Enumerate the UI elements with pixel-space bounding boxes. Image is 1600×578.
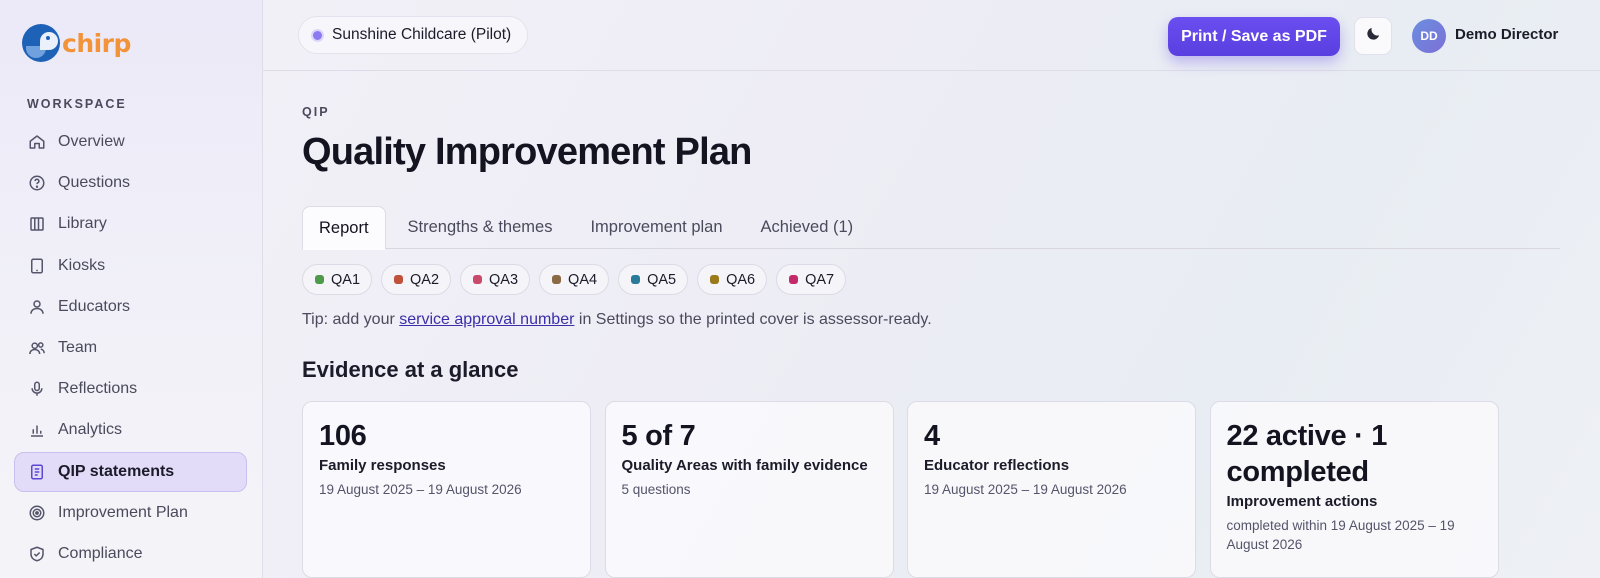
card-improvement-actions: 22 active · 1 completed Improvement acti…: [1209, 401, 1499, 578]
card-label: Improvement actions: [1226, 493, 1378, 510]
qa-chip-qa7[interactable]: QA7: [776, 264, 847, 295]
app-name: chirp: [62, 28, 131, 58]
library-icon: [28, 215, 46, 233]
evidence-cards: 106 Family responses 19 August 2025 – 19…: [302, 401, 1512, 578]
bar-chart-icon: [28, 421, 46, 439]
qa-chip-label: QA7: [805, 271, 835, 288]
tab-achieved[interactable]: Achieved (1): [745, 206, 870, 249]
target-icon: [28, 504, 46, 522]
qa-chip-label: QA2: [410, 271, 440, 288]
sidebar-item-overview[interactable]: Overview: [14, 122, 247, 162]
qa-chip-qa1[interactable]: QA1: [302, 264, 373, 295]
card-value: 4: [924, 420, 940, 452]
sidebar-item-label: Reflections: [58, 380, 138, 398]
card-label: Quality Areas with family evidence: [621, 457, 868, 474]
sidebar-item-reflections[interactable]: Reflections: [14, 369, 247, 409]
card-label: Family responses: [319, 457, 446, 474]
home-icon: [28, 133, 46, 151]
quality-area-filters: QA1 QA2 QA3 QA4 QA5 QA6 QA7: [302, 264, 855, 295]
sidebar-item-library[interactable]: Library: [14, 204, 247, 244]
qa-chip-label: QA4: [568, 271, 598, 288]
sidebar-item-improvement-plan[interactable]: Improvement Plan: [14, 493, 247, 533]
sidebar-item-label: Questions: [58, 174, 131, 192]
qa-chip-qa4[interactable]: QA4: [539, 264, 610, 295]
qa-chip-qa2[interactable]: QA2: [381, 264, 452, 295]
sidebar-item-analytics[interactable]: Analytics: [14, 410, 247, 450]
card-subtext: completed within 19 August 2025 – 19 Aug…: [1226, 518, 1455, 552]
status-dot-icon: [313, 30, 322, 40]
app-logo[interactable]: chirp: [22, 24, 131, 62]
card-value: 106: [319, 420, 367, 452]
qa-color-dot: [315, 275, 324, 284]
card-family-responses: 106 Family responses 19 August 2025 – 19…: [302, 401, 591, 578]
avatar[interactable]: DD: [1412, 19, 1446, 53]
top-bar: Sunshine Childcare (Pilot) Print / Save …: [263, 0, 1600, 71]
tab-strengths-themes[interactable]: Strengths & themes: [392, 206, 569, 249]
card-subtext: 19 August 2025 – 19 August 2026: [319, 482, 522, 497]
sidebar-item-qip-statements[interactable]: QIP statements: [14, 451, 247, 492]
user-icon: [28, 298, 46, 316]
sidebar-item-label: Overview: [58, 133, 125, 150]
qa-color-dot: [473, 275, 483, 284]
theme-toggle-button[interactable]: [1354, 17, 1392, 55]
qa-color-dot: [631, 275, 641, 284]
tablet-icon: [28, 257, 46, 275]
sidebar-item-kiosks[interactable]: Kiosks: [14, 246, 247, 286]
document-icon: [28, 463, 46, 481]
print-save-pdf-button[interactable]: Print / Save as PDF: [1168, 17, 1340, 56]
qa-color-dot: [552, 275, 562, 284]
sidebar-nav: Overview Questions Library Kiosks Educat…: [14, 122, 247, 575]
qa-color-dot: [789, 275, 799, 284]
qa-chip-qa6[interactable]: QA6: [697, 264, 768, 295]
qa-color-dot: [394, 275, 404, 284]
sidebar: chirp WORKSPACE Overview Questions Libra…: [0, 0, 263, 578]
sidebar-item-team[interactable]: Team: [14, 328, 247, 368]
qa-chip-label: QA1: [331, 271, 361, 288]
sidebar-item-label: Educators: [58, 297, 131, 315]
tab-bar: Report Strengths & themes Improvement pl…: [302, 206, 1560, 250]
tab-improvement-plan[interactable]: Improvement plan: [574, 206, 738, 249]
sidebar-item-label: QIP statements: [58, 462, 175, 480]
organization-switcher[interactable]: Sunshine Childcare (Pilot): [298, 16, 529, 54]
qa-chip-qa5[interactable]: QA5: [618, 264, 689, 295]
qa-color-dot: [710, 275, 720, 284]
card-subtext: 19 August 2025 – 19 August 2026: [924, 482, 1127, 497]
moon-icon: [1365, 25, 1382, 47]
sidebar-item-label: Kiosks: [58, 256, 106, 274]
help-circle-icon: [28, 174, 46, 192]
qa-chip-label: QA6: [726, 271, 756, 288]
microphone-icon: [28, 380, 46, 398]
card-quality-areas: 5 of 7 Quality Areas with family evidenc…: [604, 401, 894, 578]
card-educator-reflections: 4 Educator reflections 19 August 2025 – …: [907, 401, 1196, 578]
tip-suffix: in Settings so the printed cover is asse…: [574, 311, 932, 328]
qa-chip-label: QA3: [489, 271, 519, 288]
shield-check-icon: [28, 545, 46, 563]
tab-report[interactable]: Report: [302, 206, 386, 250]
qa-chip-label: QA5: [647, 271, 677, 288]
sidebar-item-questions[interactable]: Questions: [14, 163, 247, 203]
workspace-section-label: WORKSPACE: [27, 97, 127, 111]
bird-logo-icon: [22, 24, 60, 62]
tip-text: Tip: add your service approval number in…: [302, 311, 932, 329]
evidence-section-title: Evidence at a glance: [302, 357, 519, 382]
card-subtext: 5 questions: [621, 482, 691, 497]
user-name[interactable]: Demo Director: [1455, 26, 1558, 43]
sidebar-item-label: Team: [58, 338, 98, 356]
sidebar-item-compliance[interactable]: Compliance: [14, 534, 247, 574]
page-eyebrow: QIP: [302, 105, 330, 119]
sidebar-item-label: Improvement Plan: [58, 503, 188, 521]
card-value: 5 of 7: [621, 420, 696, 452]
sidebar-item-educators[interactable]: Educators: [14, 287, 247, 327]
card-value: 22 active · 1 completed: [1226, 420, 1388, 488]
sidebar-item-label: Analytics: [58, 421, 123, 439]
card-label: Educator reflections: [924, 457, 1070, 474]
users-icon: [28, 339, 46, 357]
sidebar-item-label: Compliance: [58, 544, 143, 562]
organization-name: Sunshine Childcare (Pilot): [332, 26, 512, 43]
sidebar-item-label: Library: [58, 215, 107, 233]
tip-prefix: Tip: add your: [302, 311, 400, 328]
qa-chip-qa3[interactable]: QA3: [460, 264, 531, 295]
service-approval-link[interactable]: service approval number: [399, 311, 574, 328]
page-title: Quality Improvement Plan: [302, 131, 752, 173]
